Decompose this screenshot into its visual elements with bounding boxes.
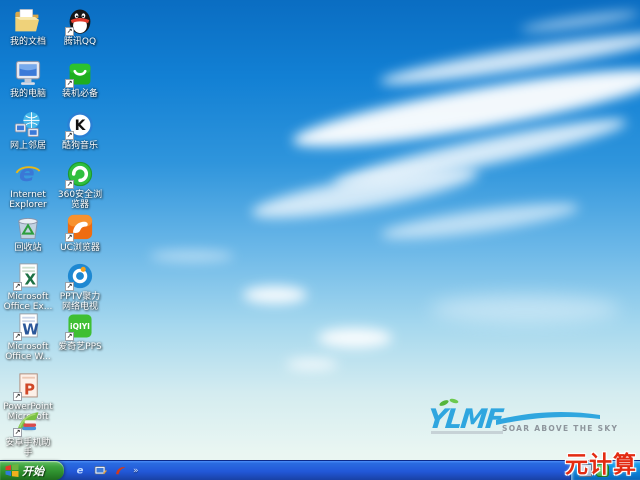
svg-text:K: K — [75, 118, 87, 134]
desktop-icon-label: 我的文档 — [9, 37, 46, 47]
desktop-icon-internet-explorer[interactable]: e Internet Explorer — [2, 159, 54, 210]
desktop-icon-iqiyi[interactable]: iQIYI ↗ 爱奇艺PPS — [54, 311, 106, 352]
ylmf-watermark: YLMF SOAR ABOVE THE SKY — [426, 398, 617, 440]
desktop-icon-kugou-music[interactable]: K ↗ 酷狗音乐 — [54, 110, 106, 151]
desktop-icon-label: UC浏览器 — [60, 243, 100, 253]
cloud — [286, 358, 338, 371]
shortcut-arrow-icon: ↗ — [65, 27, 74, 36]
desktop-icon-uc-browser[interactable]: ↗ UC浏览器 — [54, 212, 106, 253]
quick-launch-bar: e » — [72, 461, 139, 480]
desktop-icon-label: Microsoft Office W... — [5, 342, 51, 362]
desktop-icon-word[interactable]: W ↗ Microsoft Office W... — [2, 311, 54, 362]
desktop-icon-label: 安卓手机助手 — [5, 438, 51, 458]
cloud — [519, 7, 640, 36]
desktop-icon-label: 网上邻居 — [9, 141, 46, 151]
powerpoint-icon: P ↗ — [13, 371, 43, 401]
svg-text:P: P — [24, 381, 35, 399]
show-desktop-button[interactable] — [92, 463, 108, 479]
desktop-icon-360-browser[interactable]: ↗ 360安全浏览器 — [54, 159, 106, 210]
shortcut-arrow-icon: ↗ — [65, 332, 74, 341]
desktop-icon-label: 360安全浏览器 — [57, 190, 103, 210]
pea-pod-icon: ↗ — [13, 407, 43, 437]
desktop-icon-network-places[interactable]: 网上邻居 — [2, 110, 54, 151]
svg-text:iQIYI: iQIYI — [70, 322, 90, 331]
network-globe-icon — [13, 110, 43, 140]
qq-penguin-icon: ↗ — [65, 6, 95, 36]
ie-icon: e — [13, 159, 43, 189]
shortcut-arrow-icon: ↗ — [65, 282, 74, 291]
desktop-icon-label: 爱奇艺PPS — [58, 342, 102, 352]
cloud — [379, 196, 581, 246]
green-bag-icon: ↗ — [65, 58, 95, 88]
desktop-icon-label: 腾讯QQ — [63, 37, 97, 47]
cloud — [243, 286, 307, 304]
cloud — [318, 328, 392, 348]
corner-watermark-text: 元计算 — [565, 452, 637, 478]
media-swoosh-icon — [115, 467, 125, 475]
windows-logo-icon — [5, 464, 19, 477]
word-icon: W ↗ — [13, 311, 43, 341]
start-label: 开始 — [22, 464, 44, 478]
svg-text:e: e — [19, 161, 35, 187]
media-player-button[interactable] — [112, 463, 128, 479]
desktop-icon-my-documents[interactable]: 我的文档 — [2, 6, 54, 47]
desktop-icon-tencent-qq[interactable]: ↗ 腾讯QQ — [54, 6, 106, 47]
iqiyi-icon: iQIYI ↗ — [65, 311, 95, 341]
desktop-icon-label: 我的电脑 — [9, 89, 46, 99]
shortcut-arrow-icon: ↗ — [65, 233, 74, 242]
shortcut-arrow-icon: ↗ — [13, 282, 22, 291]
desktop: 我的文档 ↗ 腾讯QQ 我的电脑 ↗ 装机必备 网上邻居 K ↗ 酷狗音乐 e … — [0, 0, 640, 480]
start-button[interactable]: 开始 — [0, 461, 64, 480]
svg-text:e: e — [76, 466, 83, 477]
ie-quicklaunch-button[interactable]: e — [72, 463, 88, 479]
ylmf-small-text-line — [431, 431, 503, 434]
desktop-icon-zhuangji-bibei[interactable]: ↗ 装机必备 — [54, 58, 106, 99]
kugou-k-icon: K ↗ — [65, 110, 95, 140]
excel-icon: X ↗ — [13, 261, 43, 291]
desktop-icon-label: Internet Explorer — [9, 190, 47, 210]
shortcut-arrow-icon: ↗ — [13, 392, 22, 401]
shortcut-arrow-icon: ↗ — [65, 131, 74, 140]
cloud — [150, 250, 234, 262]
ie-icon: e — [76, 466, 83, 477]
shortcut-arrow-icon: ↗ — [13, 332, 22, 341]
recycle-bin-icon — [13, 212, 43, 242]
desktop-icon-label: 回收站 — [14, 243, 42, 253]
desktop-icon-excel[interactable]: X ↗ Microsoft Office Ex... — [2, 261, 54, 312]
desktop-icon-pptv[interactable]: ↗ PPTV聚力 网络电视 — [54, 261, 106, 312]
svg-text:W: W — [22, 321, 39, 339]
desktop-icon-label: 酷狗音乐 — [61, 141, 98, 151]
desktop-icon-my-computer[interactable]: 我的电脑 — [2, 58, 54, 99]
folder-icon — [13, 6, 43, 36]
taskbar: 开始 e » — [0, 460, 640, 480]
desktop-icon-label: PPTV聚力 网络电视 — [59, 292, 101, 312]
desktop-icon-label: 装机必备 — [61, 89, 98, 99]
computer-icon — [13, 58, 43, 88]
desktop-icon-recycle-bin[interactable]: 回收站 — [2, 212, 54, 253]
shortcut-arrow-icon: ↗ — [65, 180, 74, 189]
desktop-icon-label: Microsoft Office Ex... — [3, 292, 53, 312]
svg-text:X: X — [25, 271, 37, 289]
show-desktop-icon — [94, 466, 107, 475]
ylmf-slogan-text: SOAR ABOVE THE SKY — [502, 424, 619, 433]
quicklaunch-overflow-chevron[interactable]: » — [133, 466, 139, 476]
pptv-icon: ↗ — [65, 261, 95, 291]
shortcut-arrow-icon: ↗ — [65, 79, 74, 88]
360-browser-icon: ↗ — [65, 159, 95, 189]
shortcut-arrow-icon: ↗ — [13, 428, 22, 437]
desktop-icon-android-assistant[interactable]: ↗ 安卓手机助手 — [2, 407, 54, 458]
uc-squirrel-icon: ↗ — [65, 212, 95, 242]
cloud — [430, 295, 620, 323]
